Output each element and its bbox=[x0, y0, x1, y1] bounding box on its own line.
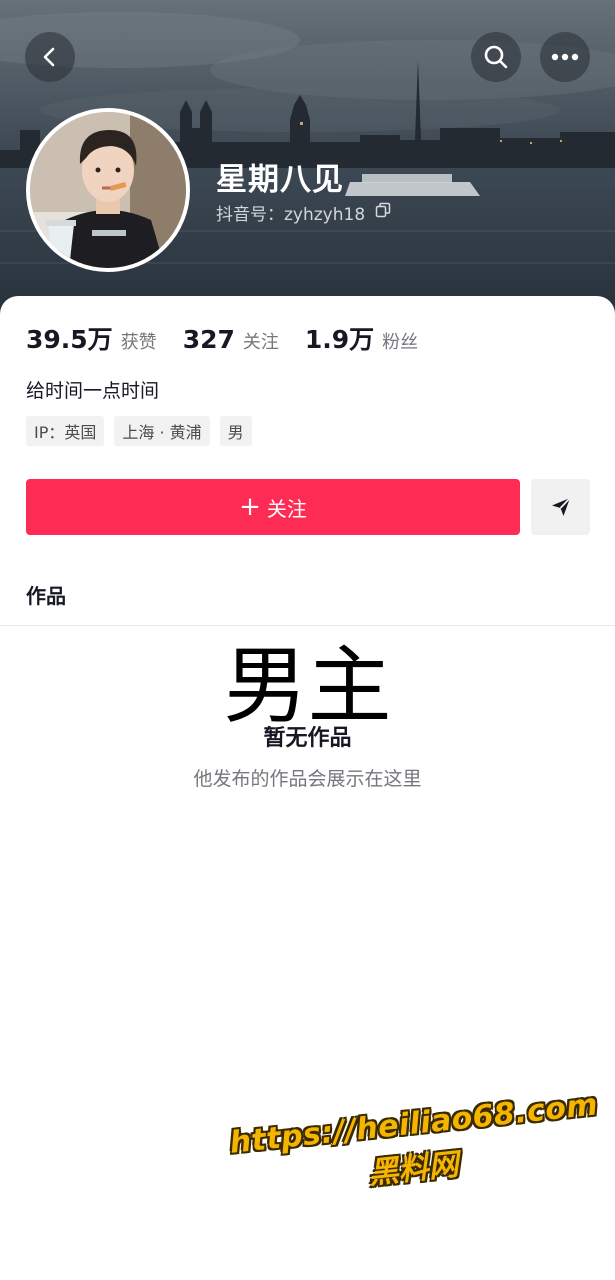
plus-icon: + bbox=[239, 492, 261, 522]
profile-tags: IP：英国 上海 · 黄浦 男 bbox=[26, 416, 252, 446]
tag-ip-location: IP：英国 bbox=[26, 416, 105, 446]
stat-likes[interactable]: 39.5万 获赞 bbox=[26, 320, 157, 356]
follow-button-label: 关注 bbox=[266, 496, 307, 521]
stat-label: 关注 bbox=[242, 332, 279, 353]
profile-cover: 星期八见 抖音号：zyhzyh18 bbox=[0, 0, 615, 320]
stat-value: 1.9万 bbox=[304, 325, 375, 354]
send-icon bbox=[551, 497, 571, 516]
more-button[interactable] bbox=[540, 32, 590, 82]
empty-state-subtitle: 他发布的作品会展示在这里 bbox=[193, 768, 422, 790]
stat-following[interactable]: 327 关注 bbox=[183, 325, 279, 354]
stats-row: 39.5万 获赞 327 关注 1.9万 粉丝 bbox=[26, 320, 444, 356]
douyin-id: 抖音号：zyhzyh18 bbox=[216, 200, 391, 225]
stat-followers[interactable]: 1.9万 粉丝 bbox=[305, 320, 418, 356]
search-icon bbox=[484, 45, 508, 69]
tab-works[interactable]: 作品 bbox=[26, 580, 66, 609]
more-dots-icon bbox=[551, 53, 579, 61]
overlay-caption: 男主 bbox=[223, 637, 392, 735]
tag-gender: 男 bbox=[219, 416, 252, 446]
copy-id-button[interactable] bbox=[375, 202, 391, 223]
follow-button[interactable]: + 关注 bbox=[26, 479, 520, 535]
back-button[interactable] bbox=[25, 32, 75, 82]
chevron-left-icon bbox=[43, 47, 55, 67]
search-button[interactable] bbox=[471, 32, 521, 82]
avatar[interactable] bbox=[26, 108, 190, 272]
divider bbox=[0, 625, 615, 626]
stat-value: 327 bbox=[182, 325, 235, 354]
stat-value: 39.5万 bbox=[26, 325, 113, 354]
send-message-button[interactable] bbox=[531, 479, 590, 535]
stat-label: 粉丝 bbox=[382, 332, 419, 353]
profile-name: 星期八见 bbox=[216, 162, 344, 198]
profile-bio: 给时间一点时间 bbox=[26, 380, 160, 402]
empty-state-title: 暂无作品 bbox=[263, 726, 352, 751]
douyin-id-text: 抖音号：zyhzyh18 bbox=[216, 205, 366, 225]
copy-icon bbox=[375, 202, 391, 218]
tag-city[interactable]: 上海 · 黄浦 bbox=[114, 416, 210, 446]
stat-label: 获赞 bbox=[120, 332, 157, 353]
avatar-image bbox=[30, 112, 186, 268]
